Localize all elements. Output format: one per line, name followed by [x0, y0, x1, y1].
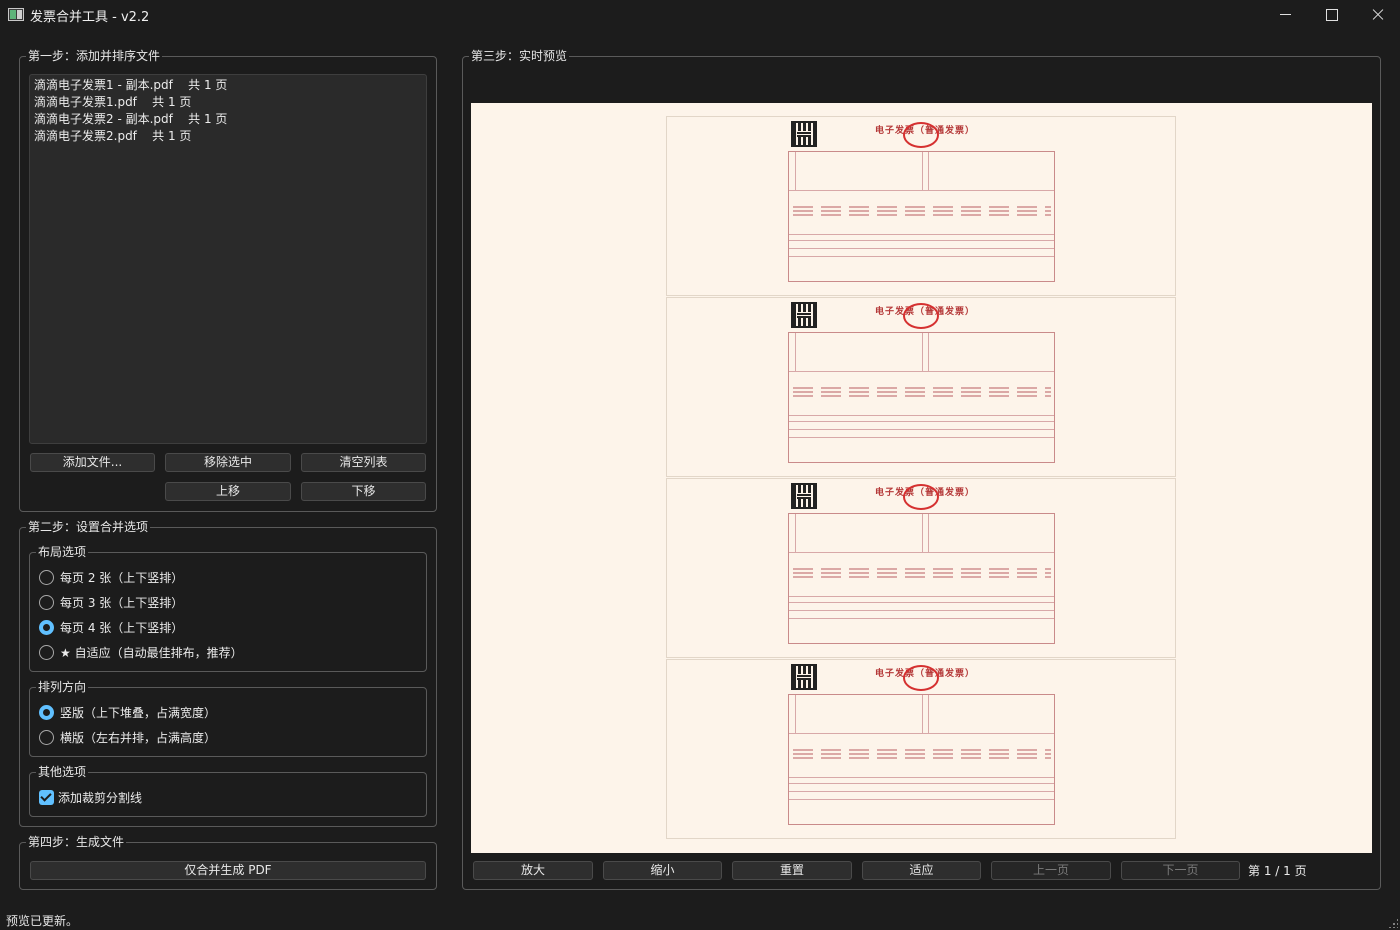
list-item[interactable]: 滴滴电子发票2 - 副本.pdf 共 1 页 [34, 111, 422, 128]
step1-group: 第一步：添加并排序文件 滴滴电子发票1 - 副本.pdf 共 1 页 滴滴电子发… [19, 49, 437, 512]
minimize-button[interactable] [1262, 0, 1308, 30]
step2-group: 第二步：设置合并选项 布局选项 每页 2 张（上下竖排） 每页 3 张（上下竖排… [19, 520, 437, 827]
radio-icon[interactable] [39, 595, 54, 610]
qr-code-icon [791, 483, 817, 509]
qr-code-icon [791, 302, 817, 328]
reset-button[interactable]: 重置 [732, 861, 852, 880]
radio-icon[interactable] [39, 570, 54, 585]
step4-group: 第四步：生成文件 仅合并生成 PDF [19, 835, 437, 890]
direction-title: 排列方向 [36, 680, 89, 694]
preview-invoice-page: 电子发票（普通发票） [666, 297, 1176, 477]
step3-title: 第三步：实时预览 [469, 49, 570, 63]
page-indicator: 第 1 / 1 页 [1248, 864, 1307, 878]
status-text: 预览已更新。 [6, 914, 79, 928]
layout-option-2[interactable]: 每页 2 张（上下竖排） [39, 568, 183, 588]
step2-title: 第二步：设置合并选项 [26, 520, 151, 534]
generate-pdf-button[interactable]: 仅合并生成 PDF [30, 861, 426, 880]
clear-list-button[interactable]: 清空列表 [301, 453, 426, 472]
move-up-button[interactable]: 上移 [165, 482, 291, 501]
layout-option-auto[interactable]: ★ 自适应（自动最佳排布，推荐） [39, 643, 243, 663]
list-item[interactable]: 滴滴电子发票1.pdf 共 1 页 [34, 94, 422, 111]
other-options-group: 其他选项 添加裁剪分割线 [29, 765, 427, 817]
invoice-stamp-icon [903, 122, 939, 148]
preview-invoice-page: 电子发票（普通发票） [666, 659, 1176, 839]
step3-group: 第三步：实时预览 电子发票（普通发票） 电子发票（普通发票） 电子发票（普通发票）电… [462, 49, 1381, 890]
zoom-out-button[interactable]: 缩小 [603, 861, 722, 880]
app-icon [8, 8, 24, 21]
window-title: 发票合并工具 - v2.2 [30, 10, 150, 25]
zoom-in-button[interactable]: 放大 [473, 861, 593, 880]
invoice-stamp-icon [903, 484, 939, 510]
radio-icon[interactable] [39, 730, 54, 745]
direction-group: 排列方向 竖版（上下堆叠，占满宽度） 横版（左右并排，占满高度） [29, 680, 427, 757]
preview-invoice-page: 电子发票（普通发票） [666, 478, 1176, 658]
qr-code-icon [791, 121, 817, 147]
close-button[interactable] [1354, 0, 1400, 30]
direction-horizontal[interactable]: 横版（左右并排，占满高度） [39, 728, 216, 748]
invoice-stamp-icon [903, 303, 939, 329]
move-down-button[interactable]: 下移 [301, 482, 426, 501]
add-file-button[interactable]: 添加文件... [30, 453, 155, 472]
next-page-button[interactable]: 下一页 [1121, 861, 1240, 880]
step1-title: 第一步：添加并排序文件 [26, 49, 163, 63]
other-options-title: 其他选项 [36, 765, 89, 779]
invoice-table [788, 332, 1055, 463]
title-bar: 发票合并工具 - v2.2 [0, 0, 1400, 30]
radio-checked-icon[interactable] [39, 620, 54, 635]
invoice-table [788, 694, 1055, 825]
file-list[interactable]: 滴滴电子发票1 - 副本.pdf 共 1 页 滴滴电子发票1.pdf 共 1 页… [29, 74, 427, 444]
checkbox-checked-icon[interactable] [39, 790, 54, 805]
layout-option-4[interactable]: 每页 4 张（上下竖排） [39, 618, 183, 638]
fit-button[interactable]: 适应 [862, 861, 981, 880]
preview-canvas[interactable]: 电子发票（普通发票） 电子发票（普通发票） 电子发票（普通发票） 电子发票（普通发票） [471, 103, 1372, 853]
invoice-table [788, 151, 1055, 282]
prev-page-button[interactable]: 上一页 [991, 861, 1111, 880]
invoice-stamp-icon [903, 665, 939, 691]
preview-invoice-page: 电子发票（普通发票） [666, 116, 1176, 296]
layout-option-3[interactable]: 每页 3 张（上下竖排） [39, 593, 183, 613]
remove-selected-button[interactable]: 移除选中 [165, 453, 291, 472]
radio-checked-icon[interactable] [39, 705, 54, 720]
crop-line-checkbox[interactable]: 添加裁剪分割线 [39, 788, 142, 808]
step4-title: 第四步：生成文件 [26, 835, 127, 849]
qr-code-icon [791, 664, 817, 690]
resize-grip-icon[interactable] [1388, 918, 1398, 928]
layout-options-group: 布局选项 每页 2 张（上下竖排） 每页 3 张（上下竖排） 每页 4 张（上下… [29, 545, 427, 672]
layout-options-title: 布局选项 [36, 545, 89, 559]
radio-icon[interactable] [39, 645, 54, 660]
maximize-button[interactable] [1308, 0, 1354, 30]
list-item[interactable]: 滴滴电子发票2.pdf 共 1 页 [34, 128, 422, 145]
direction-vertical[interactable]: 竖版（上下堆叠，占满宽度） [39, 703, 216, 723]
list-item[interactable]: 滴滴电子发票1 - 副本.pdf 共 1 页 [34, 77, 422, 94]
invoice-table [788, 513, 1055, 644]
